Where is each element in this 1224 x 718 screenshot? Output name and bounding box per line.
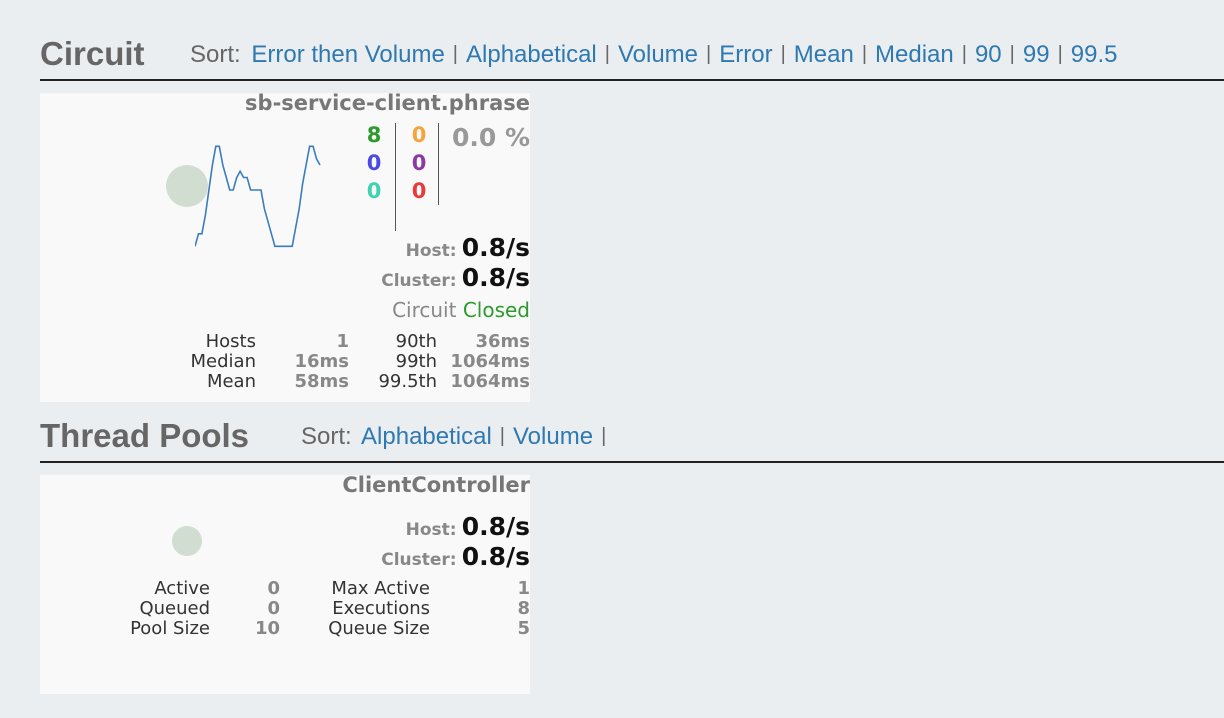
cluster-rate-value: 0.8/s xyxy=(461,263,530,292)
tp-sort-volume[interactable]: Volume xyxy=(513,423,593,450)
sort-99-5[interactable]: 99.5 xyxy=(1071,41,1118,68)
p99-value: 1064ms xyxy=(450,351,530,372)
sort-error-then-volume[interactable]: Error then Volume xyxy=(251,41,444,68)
counts-divider-2 xyxy=(438,123,439,205)
failure-count: 0 xyxy=(411,179,427,203)
circuit-host-rate-row: Host: 0.8/s xyxy=(406,233,530,262)
sort-99[interactable]: 99 xyxy=(1023,41,1050,68)
tp-host-rate-label: Host: xyxy=(405,520,457,540)
circuit-cluster-rate-row: Cluster: 0.8/s xyxy=(381,263,530,292)
threadpool-health-bubble xyxy=(172,526,202,556)
threadpool-section-divider xyxy=(40,461,1224,463)
median-label: Median xyxy=(190,351,256,372)
circuit-card: sb-service-client.phrase 8 0 0 0 0 0 0.0… xyxy=(40,91,530,402)
circuit-sort-bar: Sort: Error then Volume | Alphabetical | Vol… xyxy=(190,41,1118,68)
mean-label: Mean xyxy=(206,371,256,392)
tp-cluster-rate-label: Cluster: xyxy=(381,550,457,570)
hosts-label: Hosts xyxy=(205,331,256,352)
tp-cluster-rate-row: Cluster: 0.8/s xyxy=(381,542,530,571)
executions-label: Executions xyxy=(332,598,430,619)
sort-mean[interactable]: Mean xyxy=(794,41,854,68)
queued-value: 0 xyxy=(267,598,280,619)
sort-90[interactable]: 90 xyxy=(975,41,1002,68)
tp-sort-alphabetical[interactable]: Alphabetical xyxy=(361,423,492,450)
short-circuited-count: 0 xyxy=(366,151,382,175)
threadpool-sort-label: Sort: xyxy=(301,423,352,450)
error-percentage: 0.0 % xyxy=(451,123,530,152)
pool-size-value: 10 xyxy=(254,618,280,639)
p90-label: 90th xyxy=(395,331,437,352)
circuit-name: sb-service-client.phrase xyxy=(245,91,530,115)
p99-label: 99th xyxy=(395,351,437,372)
threadpool-section-title: Thread Pools xyxy=(40,417,250,454)
circuit-status: Circuit Closed xyxy=(392,298,530,322)
tp-cluster-rate-value: 0.8/s xyxy=(461,542,530,571)
circuit-sort-label: Sort: xyxy=(190,41,241,68)
threadpool-name: ClientController xyxy=(342,473,530,497)
host-rate-label: Host: xyxy=(405,241,457,261)
threadpool-section-header: Thread Pools Sort: Alphabetical | Volume | xyxy=(40,416,1224,464)
sort-error[interactable]: Error xyxy=(719,41,772,68)
p995-value: 1064ms xyxy=(450,371,530,392)
pool-size-label: Pool Size xyxy=(130,618,210,639)
queued-label: Queued xyxy=(139,598,210,619)
sort-median[interactable]: Median xyxy=(875,41,954,68)
queue-size-value: 5 xyxy=(517,618,530,639)
queue-size-label: Queue Size xyxy=(328,618,430,639)
executions-value: 8 xyxy=(517,598,530,619)
mean-value: 58ms xyxy=(294,371,349,392)
rejected-count: 0 xyxy=(411,151,427,175)
median-value: 16ms xyxy=(294,351,349,372)
circuit-section-divider xyxy=(40,79,1224,81)
circuit-sparkline xyxy=(195,145,321,248)
counts-col-1: 8 0 0 xyxy=(364,121,384,205)
circuit-status-label: Circuit xyxy=(392,298,457,322)
max-active-value: 1 xyxy=(517,578,530,599)
sort-alphabetical[interactable]: Alphabetical xyxy=(466,41,597,68)
timeout-count: 0 xyxy=(411,123,427,147)
threadpool-sort-bar: Sort: Alphabetical | Volume | xyxy=(301,423,607,450)
counts-col-2: 0 0 0 xyxy=(409,121,429,205)
p995-label: 99.5th xyxy=(378,371,437,392)
success-count: 8 xyxy=(366,123,382,147)
active-label: Active xyxy=(154,578,210,599)
host-rate-value: 0.8/s xyxy=(461,233,530,262)
active-value: 0 xyxy=(267,578,280,599)
bad-request-count: 0 xyxy=(366,179,382,203)
p90-value: 36ms xyxy=(475,331,530,352)
tp-host-rate-value: 0.8/s xyxy=(461,512,530,541)
circuit-status-closed: Closed xyxy=(462,298,530,322)
threadpool-card: ClientController Host: 0.8/s Cluster: 0.… xyxy=(40,473,530,694)
counts-divider-1 xyxy=(395,123,396,231)
max-active-label: Max Active xyxy=(331,578,430,599)
cluster-rate-label: Cluster: xyxy=(381,271,457,291)
circuit-section-header: Circuit Sort: Error then Volume | Alphabet… xyxy=(40,34,1224,82)
circuit-section-title: Circuit xyxy=(40,35,145,72)
sort-volume[interactable]: Volume xyxy=(618,41,698,68)
tp-host-rate-row: Host: 0.8/s xyxy=(406,512,530,541)
hosts-value: 1 xyxy=(336,331,349,352)
